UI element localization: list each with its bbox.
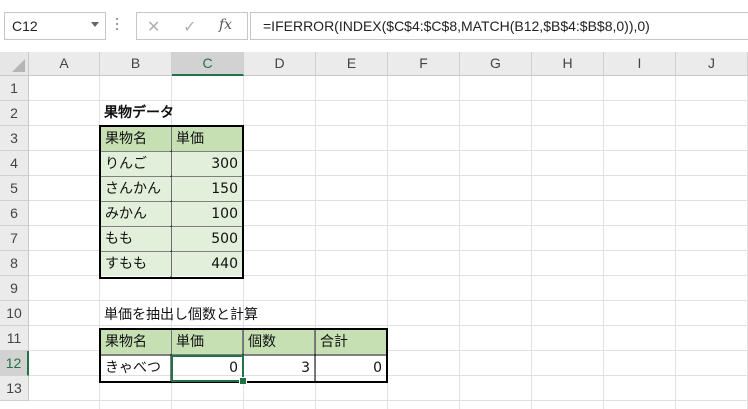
table1-cell-price[interactable]: 100 xyxy=(172,202,242,226)
table1-title[interactable]: 果物データ xyxy=(100,101,244,126)
active-cell-selection xyxy=(171,355,244,382)
table2-cell-name[interactable]: きゃべつ xyxy=(101,356,171,381)
column-header-a[interactable]: A xyxy=(29,52,100,76)
table2-cell-qty[interactable]: 3 xyxy=(244,356,314,381)
insert-function-icon[interactable]: fx xyxy=(219,17,232,33)
row-header-7[interactable]: 7 xyxy=(0,226,29,251)
column-header-j[interactable]: J xyxy=(676,52,748,76)
column-header-e[interactable]: E xyxy=(316,52,388,76)
table1-cell-price[interactable]: 500 xyxy=(172,227,242,251)
table1-cell-name[interactable]: もも xyxy=(101,227,171,251)
column-header-g[interactable]: G xyxy=(460,52,532,76)
row-header-1[interactable]: 1 xyxy=(0,76,29,101)
name-box-value: C12 xyxy=(12,18,38,34)
grip-dots-icon[interactable] xyxy=(115,15,119,37)
row-header-10[interactable]: 10 xyxy=(0,301,29,326)
column-header-d[interactable]: D xyxy=(244,52,316,76)
column-header-b[interactable]: B xyxy=(100,52,172,76)
table2-header-name[interactable]: 果物名 xyxy=(101,330,171,354)
enter-icon[interactable]: ✓ xyxy=(183,17,196,36)
table1-header-price[interactable]: 単価 xyxy=(172,127,242,151)
table2-header-price[interactable]: 単価 xyxy=(172,330,242,354)
column-header-h[interactable]: H xyxy=(532,52,604,76)
row-header-8[interactable]: 8 xyxy=(0,251,29,276)
row-header-4[interactable]: 4 xyxy=(0,151,29,176)
table1-cell-name[interactable]: さんかん xyxy=(101,177,171,201)
table2-header-qty[interactable]: 個数 xyxy=(244,330,314,354)
name-box[interactable]: C12 xyxy=(4,12,106,40)
row-header-11[interactable]: 11 xyxy=(0,326,29,351)
table1-cell-price[interactable]: 300 xyxy=(172,152,242,176)
formula-buttons: ✕ ✓ fx xyxy=(136,12,248,40)
formula-text: =IFERROR(INDEX($C$4:$C$8,MATCH(B12,$B$4:… xyxy=(263,18,650,34)
row-header-3[interactable]: 3 xyxy=(0,126,29,151)
select-all-button[interactable] xyxy=(0,52,29,76)
column-header-c[interactable]: C xyxy=(172,52,244,76)
table1-cell-price[interactable]: 440 xyxy=(172,252,242,276)
table2-title[interactable]: 単価を抽出し個数と計算 xyxy=(100,303,360,328)
table1-cell-price[interactable]: 150 xyxy=(172,177,242,201)
column-header-f[interactable]: F xyxy=(388,52,460,76)
table1-cell-name[interactable]: りんご xyxy=(101,152,171,176)
table2-cell-total[interactable]: 0 xyxy=(316,356,386,381)
row-header-12[interactable]: 12 xyxy=(0,351,29,376)
row-header-5[interactable]: 5 xyxy=(0,176,29,201)
column-header-i[interactable]: I xyxy=(604,52,676,76)
fill-handle[interactable] xyxy=(239,377,247,385)
formula-toolbar: C12 ✕ ✓ fx =IFERROR(INDEX($C$4:$C$8,MATC… xyxy=(0,0,748,52)
table1-header-name[interactable]: 果物名 xyxy=(101,127,171,151)
row-header-2[interactable]: 2 xyxy=(0,101,29,126)
row-header-13[interactable]: 13 xyxy=(0,376,29,401)
cancel-icon[interactable]: ✕ xyxy=(147,17,160,36)
row-header-6[interactable]: 6 xyxy=(0,201,29,226)
table2-header-total[interactable]: 合計 xyxy=(316,330,386,354)
table1-cell-name[interactable]: すもも xyxy=(101,252,171,276)
table1-cell-name[interactable]: みかん xyxy=(101,202,171,226)
row-header-9[interactable]: 9 xyxy=(0,276,29,301)
formula-input[interactable]: =IFERROR(INDEX($C$4:$C$8,MATCH(B12,$B$4:… xyxy=(250,12,748,40)
chevron-down-icon[interactable] xyxy=(91,22,99,27)
